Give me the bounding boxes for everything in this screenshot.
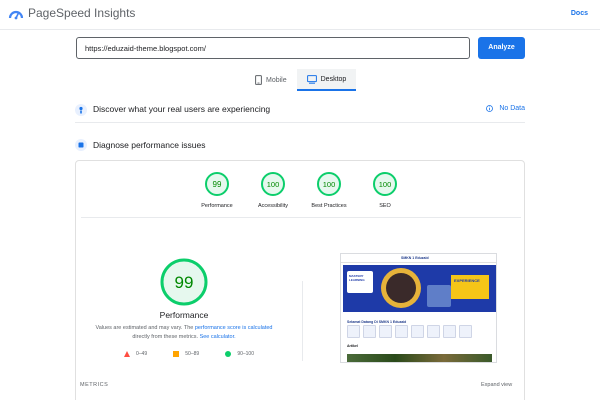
mobile-icon (255, 75, 262, 85)
gauge-score: 99 (213, 180, 222, 189)
report-card: 99 Performance 100 Accessibility 100 Bes… (75, 160, 525, 400)
gauge-label: Performance (201, 203, 233, 209)
screenshot-icon-tile (395, 325, 408, 338)
lab-icon (75, 139, 87, 151)
pagespeed-logo-icon (8, 10, 24, 20)
desktop-icon (306, 74, 317, 84)
no-data-label: No Data (499, 105, 525, 112)
legend-average-range: 50–89 (185, 351, 200, 357)
square-icon (173, 351, 180, 357)
analyze-button[interactable]: Analyze (478, 37, 525, 59)
gauge-label: Accessibility (258, 203, 288, 209)
screenshot-icon-tile (459, 325, 472, 338)
gauge-ring: 100 (373, 172, 397, 196)
screenshot-icon-tile (379, 325, 392, 338)
legend-pass-range: 90–100 (237, 351, 254, 357)
screenshot-hero-banner: EXPERIENCE (451, 275, 489, 299)
gauge-seo[interactable]: 100 SEO (357, 171, 413, 209)
performance-note: Values are estimated and may vary. The p… (86, 324, 282, 342)
gauge-score: 100 (323, 180, 336, 189)
top-bar: PageSpeed Insights Docs (0, 0, 600, 30)
gauge-score: 100 (379, 180, 392, 189)
gauge-ring: 100 (317, 172, 341, 196)
final-screenshot: SMKN 1 Eduzaid MASTERY LEARNING EXPERIEN… (340, 253, 497, 363)
expand-view-toggle[interactable]: Expand view (481, 382, 512, 388)
legend-pass: 90–100 (225, 351, 254, 357)
screenshot-icon-tile (347, 325, 360, 338)
category-gauges: 99 Performance 100 Accessibility 100 Bes… (76, 171, 526, 209)
divider-vertical (302, 281, 303, 361)
legend-average: 50–89 (173, 351, 199, 357)
screenshot-icon-tile (363, 325, 376, 338)
diagnose-section: Diagnose performance issues (75, 139, 525, 153)
screenshot-artikel-label: Artikel (347, 344, 358, 348)
docs-link[interactable]: Docs (571, 10, 588, 17)
info-icon (486, 105, 494, 112)
tab-mobile[interactable]: Mobile (245, 69, 297, 91)
screenshot-icon-tile (443, 325, 456, 338)
score-calculated-link[interactable]: performance score is calculated (195, 325, 273, 331)
users-icon (75, 104, 87, 116)
note-text: Values are estimated and may vary. The (95, 325, 194, 331)
gauge-best-practices[interactable]: 100 Best Practices (301, 171, 357, 209)
performance-score: 99 (175, 273, 194, 292)
metrics-heading: METRICS (80, 382, 109, 388)
screenshot-hero: MASTERY LEARNING EXPERIENCE (343, 265, 496, 312)
performance-gauge: 99 (160, 258, 208, 306)
see-calculator-link[interactable]: See calculator. (200, 334, 236, 340)
triangle-icon (124, 351, 130, 357)
gauge-label: Best Practices (311, 203, 347, 209)
gauge-ring: 100 (261, 172, 285, 196)
gauge-accessibility[interactable]: 100 Accessibility (245, 171, 301, 209)
performance-title: Performance (159, 310, 209, 320)
crux-section: Discover what your real users are experi… (75, 101, 525, 123)
screenshot-hero-photo (386, 273, 416, 303)
device-tabs: Mobile Desktop (245, 69, 357, 93)
screenshot-section-title: Selamat Datang Di SMKN 1 Eduzaid (347, 320, 407, 324)
gauge-score: 100 (267, 180, 280, 189)
screenshot-hero-people (427, 285, 451, 307)
no-data-link[interactable]: No Data (486, 105, 525, 112)
tab-desktop-label: Desktop (320, 75, 347, 83)
screenshot-nav-text: SMKN 1 Eduzaid (401, 256, 429, 260)
circle-icon (225, 351, 232, 357)
gauge-ring: 99 (205, 172, 229, 196)
screenshot-image-strip (347, 354, 492, 362)
logo[interactable]: PageSpeed Insights (8, 6, 135, 20)
url-input[interactable] (76, 37, 470, 59)
legend-fail: 0–49 (124, 351, 147, 357)
screenshot-icon-tile (411, 325, 424, 338)
crux-title: Discover what your real users are experi… (93, 104, 271, 114)
screenshot-nav: SMKN 1 Eduzaid (341, 254, 496, 263)
screenshot-hero-left-text: MASTERY LEARNING (349, 274, 365, 282)
note-text-2: directly from these metrics. (132, 334, 199, 340)
screenshot-icons-row (347, 325, 475, 338)
gauge-label: SEO (379, 203, 391, 209)
app-title: PageSpeed Insights (28, 6, 136, 20)
tab-desktop[interactable]: Desktop (296, 69, 357, 91)
score-legend: 0–49 50–89 90–100 (124, 351, 254, 357)
tab-mobile-label: Mobile (266, 76, 287, 84)
legend-fail-range: 0–49 (136, 351, 148, 357)
divider (81, 217, 521, 218)
screenshot-hero-card: MASTERY LEARNING (347, 271, 373, 293)
gauge-performance[interactable]: 99 Performance (189, 171, 245, 209)
screenshot-icon-tile (427, 325, 440, 338)
screenshot-hero-right-text: EXPERIENCE (454, 278, 480, 283)
diagnose-title: Diagnose performance issues (93, 140, 206, 150)
